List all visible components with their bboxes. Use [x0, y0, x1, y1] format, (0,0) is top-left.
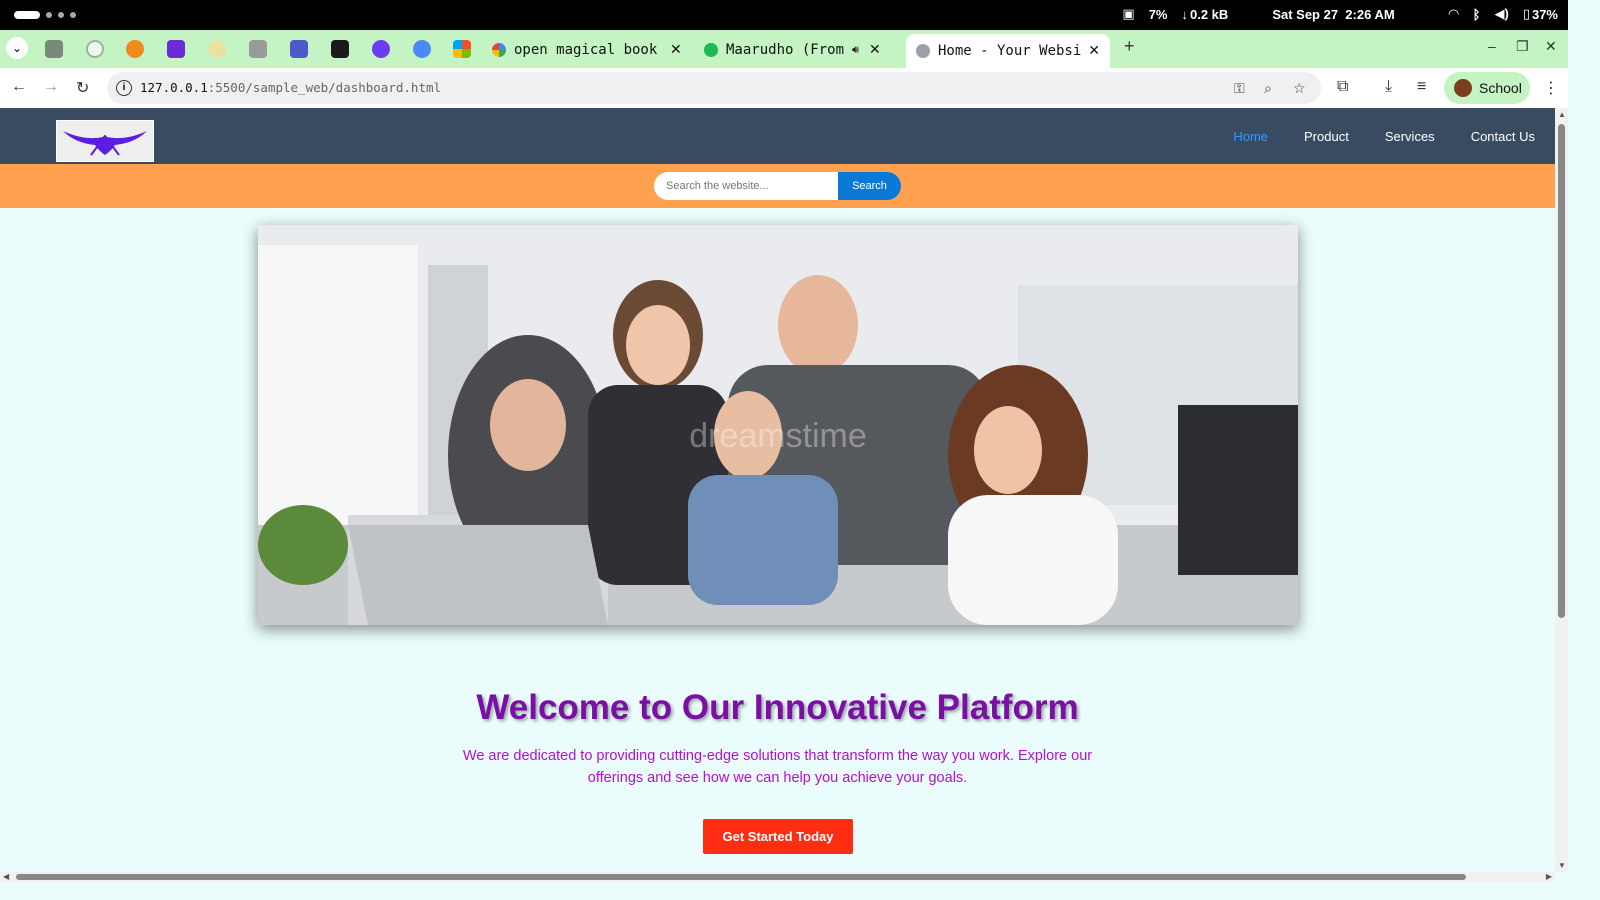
- search-input[interactable]: [654, 172, 838, 200]
- site-header: Home Product Services Contact Us: [0, 108, 1555, 164]
- media-control-icon[interactable]: ≡: [1417, 78, 1426, 96]
- close-window-icon[interactable]: ✕: [1545, 38, 1557, 55]
- network-download: 0.2 kB: [1190, 6, 1229, 22]
- tab-title: Home - Your Website: [938, 43, 1083, 59]
- download-icon: ↓: [1181, 6, 1189, 22]
- nav-contact-us[interactable]: Contact Us: [1471, 129, 1535, 144]
- bluetooth-icon[interactable]: ᛒ: [1473, 7, 1481, 22]
- url-text[interactable]: 127.0.0.1:5500/sample_web/dashboard.html: [140, 80, 441, 95]
- vertical-scroll-thumb[interactable]: [1558, 124, 1565, 618]
- battery-icon: ▯: [1522, 6, 1530, 21]
- page-viewport: Home Product Services Contact Us Search: [0, 108, 1555, 872]
- clock[interactable]: Sat Sep 27 2:26 AM: [1272, 7, 1394, 22]
- site-menu: Home Product Services Contact Us: [1233, 129, 1535, 144]
- url-path: :5500/sample_web/dashboard.html: [207, 80, 442, 95]
- eagle-logo-icon: [63, 131, 147, 156]
- tab-home-active[interactable]: Home - Your Website ✕: [906, 34, 1110, 68]
- pinned-tab-orange-icon[interactable]: [126, 40, 144, 58]
- nav-home[interactable]: Home: [1233, 129, 1268, 144]
- browser-toolbar: ← → ↻ i 127.0.0.1:5500/sample_web/dashbo…: [0, 68, 1568, 108]
- extensions-icon[interactable]: ⧉: [1337, 78, 1348, 96]
- hero-image: dreamstime: [258, 225, 1298, 625]
- pinned-tab-refresh-icon[interactable]: [208, 40, 226, 58]
- wifi-icon[interactable]: ◠: [1449, 6, 1459, 22]
- pinned-tab-chatgpt-icon[interactable]: [86, 40, 104, 58]
- watermark-text: dreamstime: [689, 417, 867, 455]
- more-menu-icon[interactable]: ⋮: [1543, 78, 1559, 98]
- pinned-tab-violet-icon[interactable]: [372, 40, 390, 58]
- back-icon[interactable]: ←: [11, 78, 27, 96]
- close-tab-icon[interactable]: ✕: [1088, 43, 1100, 59]
- workspace-dot: [70, 12, 76, 18]
- pinned-tab-extension-icon[interactable]: [45, 40, 63, 58]
- bookmark-star-icon[interactable]: ☆: [1293, 80, 1306, 97]
- system-status-bar: ▣ 7% ↓ 0.2 kB Sat Sep 27 2:26 AM ◠ ᛒ ◀) …: [0, 0, 1568, 30]
- profile-button[interactable]: School: [1444, 72, 1530, 104]
- scroll-down-icon[interactable]: ▼: [1558, 861, 1566, 870]
- pinned-tab-gemini-icon[interactable]: [413, 40, 431, 58]
- address-bar[interactable]: i 127.0.0.1:5500/sample_web/dashboard.ht…: [107, 72, 1321, 104]
- active-workspace-pill: [14, 11, 40, 19]
- nav-product[interactable]: Product: [1304, 129, 1349, 144]
- workspace-indicator[interactable]: [14, 11, 76, 19]
- welcome-heading: Welcome to Our Innovative Platform: [476, 688, 1079, 727]
- pinned-tab-microsoft-icon[interactable]: [453, 40, 471, 58]
- forward-icon[interactable]: →: [43, 78, 59, 96]
- pinned-tab-dark-icon[interactable]: [331, 40, 349, 58]
- url-host: 127.0.0.1: [140, 80, 208, 95]
- download-icon[interactable]: ⤓: [1385, 78, 1392, 96]
- volume-icon[interactable]: ◀): [1494, 6, 1508, 22]
- close-tab-icon[interactable]: ✕: [670, 42, 682, 58]
- cpu-usage: 7%: [1148, 6, 1168, 22]
- horizontal-scroll-thumb[interactable]: [16, 874, 1466, 880]
- pinned-tab-image-icon[interactable]: [249, 40, 267, 58]
- spotify-icon: [704, 43, 718, 57]
- tab-search-result[interactable]: open magical book ✕: [492, 34, 688, 66]
- vertical-scrollbar[interactable]: ▲ ▼: [1555, 108, 1568, 872]
- tab-search-dropdown-icon[interactable]: ⌄: [6, 37, 28, 59]
- tab-title: Maarudho (From ": [726, 42, 846, 58]
- site-logo[interactable]: [56, 120, 154, 162]
- cpu-icon: ▣: [1122, 6, 1135, 21]
- search-button[interactable]: Search: [838, 172, 901, 200]
- scroll-left-icon[interactable]: ◀: [3, 872, 9, 881]
- close-tab-icon[interactable]: ✕: [869, 42, 881, 58]
- profile-label: School: [1479, 80, 1522, 96]
- restore-icon[interactable]: ❐: [1516, 38, 1529, 55]
- search-band: Search: [0, 164, 1555, 208]
- get-started-button[interactable]: Get Started Today: [703, 819, 853, 854]
- site-info-icon[interactable]: i: [116, 80, 132, 96]
- scroll-right-icon[interactable]: ▶: [1546, 872, 1552, 881]
- tab-title: open magical book: [514, 42, 658, 58]
- scroll-up-icon[interactable]: ▲: [1558, 110, 1566, 119]
- welcome-paragraph: We are dedicated to providing cutting-ed…: [462, 748, 1093, 786]
- horizontal-scrollbar[interactable]: ◀ ▶: [0, 872, 1555, 882]
- globe-icon: [916, 44, 930, 58]
- speaker-icon[interactable]: 🔊︎: [852, 43, 859, 57]
- minimize-icon[interactable]: –: [1488, 38, 1496, 54]
- browser-tab-strip: ⌄ open magical book ✕ Maarudho (From " 🔊…: [0, 30, 1568, 68]
- password-key-icon[interactable]: ⚿: [1234, 80, 1245, 97]
- avatar: [1454, 79, 1472, 97]
- new-tab-icon[interactable]: +: [1124, 36, 1135, 57]
- tab-spotify[interactable]: Maarudho (From " 🔊︎ ✕: [704, 34, 900, 66]
- team-photo: dreamstime: [258, 225, 1298, 625]
- battery-level: 37%: [1531, 6, 1558, 22]
- pinned-tab-teams-icon[interactable]: [290, 40, 308, 58]
- workspace-dot: [46, 12, 52, 18]
- google-icon: [492, 43, 506, 57]
- reload-icon[interactable]: ↻: [76, 78, 89, 98]
- pinned-tab-purple-icon[interactable]: [167, 40, 185, 58]
- nav-services[interactable]: Services: [1385, 129, 1435, 144]
- zoom-icon[interactable]: ⌕: [1264, 80, 1272, 97]
- workspace-dot: [58, 12, 64, 18]
